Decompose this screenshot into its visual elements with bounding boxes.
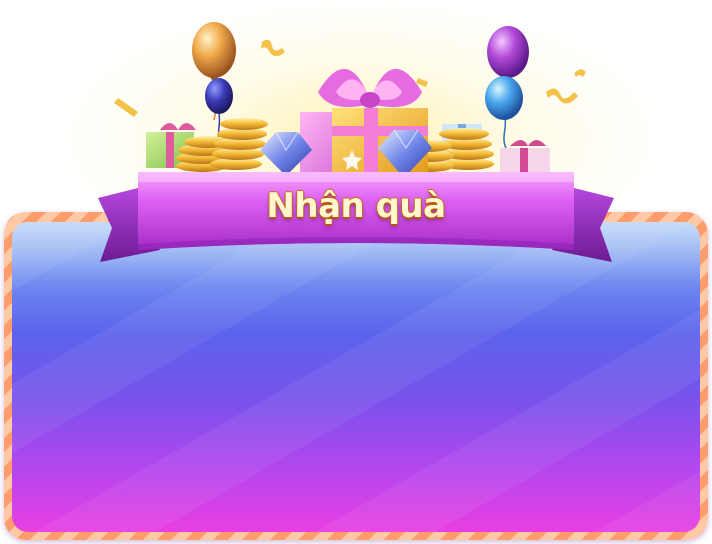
header-decoration (98, 22, 614, 262)
balloon-blue-icon (485, 76, 523, 149)
dialog-title: Nhận quà (266, 186, 446, 226)
